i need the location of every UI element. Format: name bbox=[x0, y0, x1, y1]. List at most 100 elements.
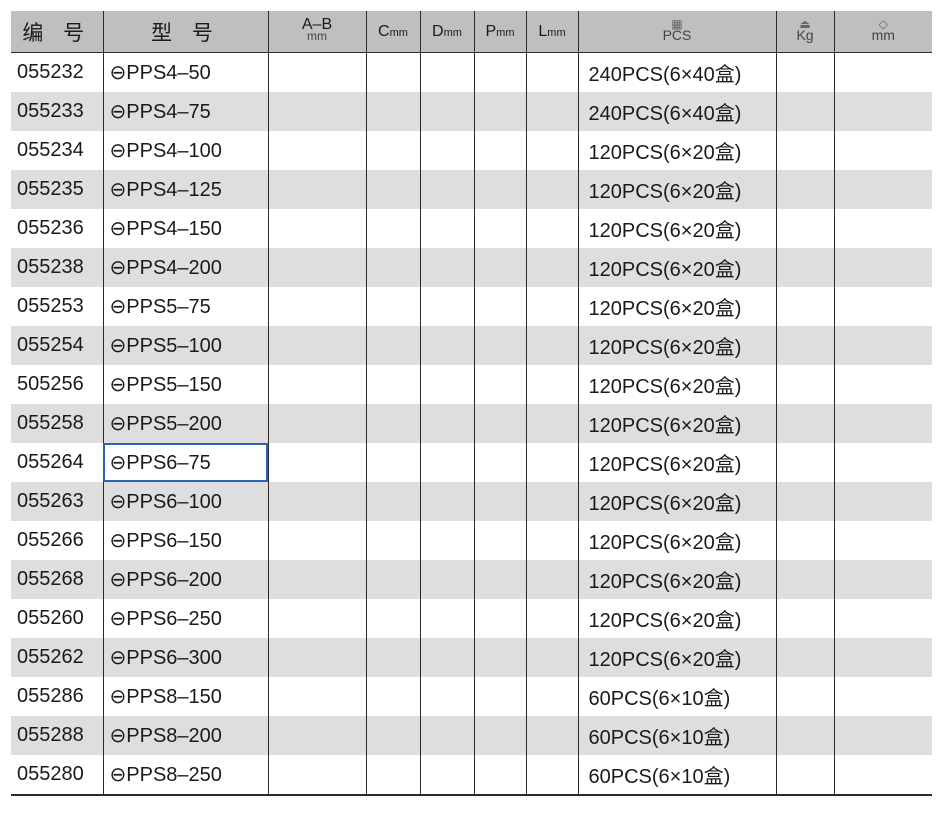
cell-kg[interactable] bbox=[775, 560, 834, 599]
cell-size[interactable] bbox=[833, 52, 932, 92]
cell-model[interactable]: ⊖PPS4–50 bbox=[102, 52, 268, 92]
cell-pack[interactable]: 60PCS(6×10盒) bbox=[577, 716, 776, 755]
cell-d[interactable] bbox=[419, 287, 474, 326]
cell-p[interactable] bbox=[473, 599, 526, 638]
cell-model[interactable]: ⊖PPS6–250 bbox=[102, 599, 268, 638]
cell-ab[interactable] bbox=[267, 599, 366, 638]
cell-pack[interactable]: 120PCS(6×20盒) bbox=[577, 131, 776, 170]
cell-model[interactable]: ⊖PPS5–200 bbox=[102, 404, 268, 443]
cell-kg[interactable] bbox=[775, 521, 834, 560]
cell-c[interactable] bbox=[365, 287, 420, 326]
cell-code[interactable]: 055233 bbox=[11, 92, 103, 131]
cell-kg[interactable] bbox=[775, 443, 834, 482]
cell-size[interactable] bbox=[833, 482, 932, 521]
cell-model[interactable]: ⊖PPS5–150 bbox=[102, 365, 268, 404]
cell-c[interactable] bbox=[365, 52, 420, 92]
cell-l[interactable] bbox=[525, 482, 578, 521]
cell-d[interactable] bbox=[419, 131, 474, 170]
cell-size[interactable] bbox=[833, 599, 932, 638]
cell-l[interactable] bbox=[525, 755, 578, 796]
cell-model[interactable]: ⊖PPS6–200 bbox=[102, 560, 268, 599]
cell-ab[interactable] bbox=[267, 52, 366, 92]
cell-size[interactable] bbox=[833, 326, 932, 365]
cell-code[interactable]: 055268 bbox=[11, 560, 103, 599]
cell-size[interactable] bbox=[833, 170, 932, 209]
cell-code[interactable]: 055235 bbox=[11, 170, 103, 209]
cell-p[interactable] bbox=[473, 560, 526, 599]
cell-c[interactable] bbox=[365, 92, 420, 131]
cell-p[interactable] bbox=[473, 170, 526, 209]
cell-code[interactable]: 055258 bbox=[11, 404, 103, 443]
cell-p[interactable] bbox=[473, 209, 526, 248]
cell-ab[interactable] bbox=[267, 521, 366, 560]
cell-ab[interactable] bbox=[267, 365, 366, 404]
cell-p[interactable] bbox=[473, 482, 526, 521]
cell-l[interactable] bbox=[525, 52, 578, 92]
cell-c[interactable] bbox=[365, 560, 420, 599]
cell-size[interactable] bbox=[833, 209, 932, 248]
cell-model[interactable]: ⊖PPS4–150 bbox=[102, 209, 268, 248]
cell-d[interactable] bbox=[419, 170, 474, 209]
cell-ab[interactable] bbox=[267, 755, 366, 796]
cell-pack[interactable]: 120PCS(6×20盒) bbox=[577, 248, 776, 287]
cell-p[interactable] bbox=[473, 443, 526, 482]
cell-size[interactable] bbox=[833, 755, 932, 796]
cell-size[interactable] bbox=[833, 131, 932, 170]
cell-size[interactable] bbox=[833, 404, 932, 443]
cell-pack[interactable]: 120PCS(6×20盒) bbox=[577, 443, 776, 482]
cell-p[interactable] bbox=[473, 92, 526, 131]
cell-p[interactable] bbox=[473, 287, 526, 326]
cell-kg[interactable] bbox=[775, 365, 834, 404]
cell-pack[interactable]: 120PCS(6×20盒) bbox=[577, 209, 776, 248]
cell-model[interactable]: ⊖PPS5–75 bbox=[102, 287, 268, 326]
cell-d[interactable] bbox=[419, 52, 474, 92]
cell-kg[interactable] bbox=[775, 326, 834, 365]
cell-d[interactable] bbox=[419, 482, 474, 521]
cell-p[interactable] bbox=[473, 521, 526, 560]
cell-ab[interactable] bbox=[267, 638, 366, 677]
cell-p[interactable] bbox=[473, 326, 526, 365]
cell-pack[interactable]: 120PCS(6×20盒) bbox=[577, 599, 776, 638]
cell-l[interactable] bbox=[525, 521, 578, 560]
cell-pack[interactable]: 120PCS(6×20盒) bbox=[577, 638, 776, 677]
cell-c[interactable] bbox=[365, 755, 420, 796]
cell-code[interactable]: 055232 bbox=[11, 53, 103, 93]
cell-c[interactable] bbox=[365, 677, 420, 716]
cell-ab[interactable] bbox=[267, 560, 366, 599]
cell-d[interactable] bbox=[419, 638, 474, 677]
cell-ab[interactable] bbox=[267, 443, 366, 482]
cell-l[interactable] bbox=[525, 599, 578, 638]
cell-kg[interactable] bbox=[775, 716, 834, 755]
cell-size[interactable] bbox=[833, 365, 932, 404]
cell-kg[interactable] bbox=[775, 209, 834, 248]
cell-pack[interactable]: 120PCS(6×20盒) bbox=[577, 560, 776, 599]
cell-d[interactable] bbox=[419, 404, 474, 443]
cell-p[interactable] bbox=[473, 755, 526, 796]
cell-c[interactable] bbox=[365, 248, 420, 287]
cell-d[interactable] bbox=[419, 209, 474, 248]
cell-d[interactable] bbox=[419, 755, 474, 796]
cell-ab[interactable] bbox=[267, 170, 366, 209]
cell-size[interactable] bbox=[833, 92, 932, 131]
cell-size[interactable] bbox=[833, 287, 932, 326]
cell-code[interactable]: 055260 bbox=[11, 599, 103, 638]
cell-d[interactable] bbox=[419, 677, 474, 716]
cell-model[interactable]: ⊖PPS8–200 bbox=[102, 716, 268, 755]
cell-code[interactable]: 055262 bbox=[11, 638, 103, 677]
cell-code[interactable]: 055253 bbox=[11, 287, 103, 326]
cell-d[interactable] bbox=[419, 443, 474, 482]
cell-c[interactable] bbox=[365, 170, 420, 209]
cell-l[interactable] bbox=[525, 92, 578, 131]
cell-p[interactable] bbox=[473, 131, 526, 170]
cell-p[interactable] bbox=[473, 404, 526, 443]
cell-l[interactable] bbox=[525, 677, 578, 716]
cell-pack[interactable]: 120PCS(6×20盒) bbox=[577, 287, 776, 326]
cell-size[interactable] bbox=[833, 716, 932, 755]
cell-kg[interactable] bbox=[775, 638, 834, 677]
cell-c[interactable] bbox=[365, 404, 420, 443]
cell-code[interactable]: 055234 bbox=[11, 131, 103, 170]
cell-kg[interactable] bbox=[775, 287, 834, 326]
cell-size[interactable] bbox=[833, 677, 932, 716]
cell-c[interactable] bbox=[365, 326, 420, 365]
cell-pack[interactable]: 120PCS(6×20盒) bbox=[577, 521, 776, 560]
